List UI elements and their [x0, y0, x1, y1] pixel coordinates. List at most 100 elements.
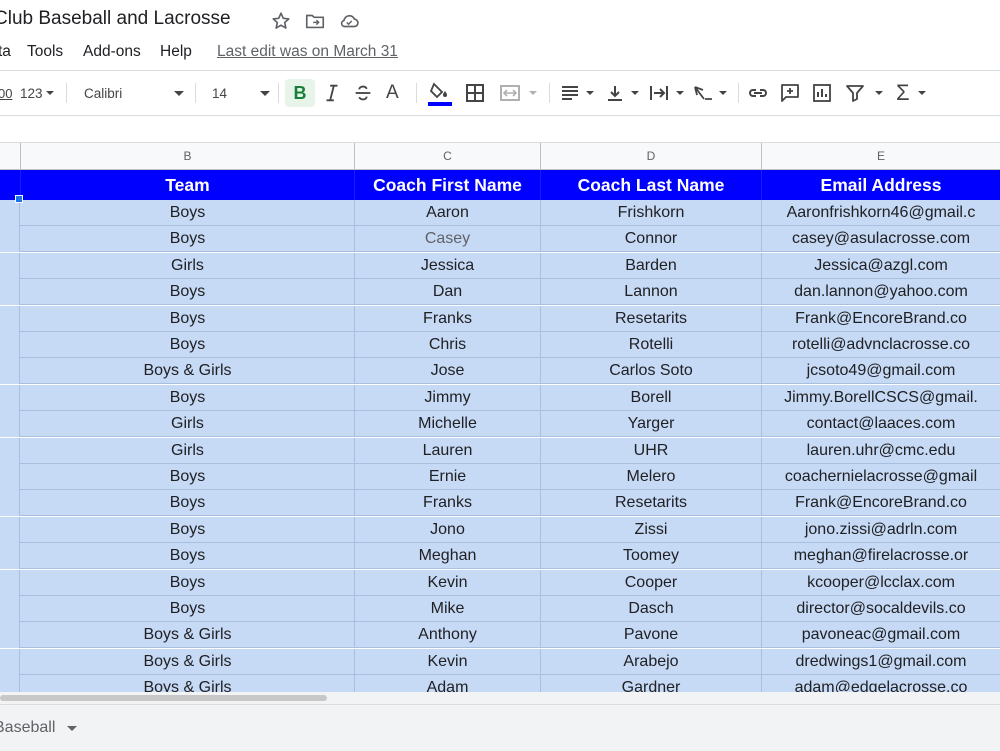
cell-coach-first-name[interactable]: Meghan: [355, 543, 541, 570]
table-row[interactable]: Boys Meghan Toomey meghan@firelacrosse.or: [0, 543, 1000, 570]
select-all-corner[interactable]: [0, 143, 21, 170]
cell-email-address[interactable]: Frank@EncoreBrand.co: [762, 490, 1000, 516]
text-color-button[interactable]: A: [386, 79, 399, 107]
cell-coach-first-name[interactable]: Kevin: [355, 569, 541, 596]
cell-team[interactable]: Boys: [21, 543, 355, 570]
cell-coach-last-name[interactable]: Gardner: [541, 675, 762, 692]
table-row[interactable]: Boys & Girls Adam Gardner adam@edgelacrosse…: [0, 675, 1000, 692]
cell-coach-first-name[interactable]: Jono: [355, 516, 541, 543]
horizontal-align-icon[interactable]: [560, 79, 594, 107]
table-row[interactable]: Boys Franks Resetarits Frank@EncoreBrand.co: [0, 305, 1000, 332]
horizontal-scrollbar[interactable]: [0, 692, 1000, 704]
row-header[interactable]: [0, 622, 20, 649]
row-header[interactable]: [0, 464, 20, 490]
row-header[interactable]: [0, 490, 20, 517]
menu-add-ons[interactable]: Add-ons: [83, 43, 141, 61]
cell-team[interactable]: Boys: [21, 464, 355, 490]
cell-coach-last-name[interactable]: Rotelli: [541, 332, 762, 358]
row-header[interactable]: [0, 516, 20, 543]
row-header[interactable]: [0, 543, 20, 570]
cell-team[interactable]: Boys: [21, 226, 355, 253]
cell-team[interactable]: Girls: [21, 437, 355, 464]
cell-team[interactable]: Girls: [21, 252, 355, 279]
cell-team[interactable]: Boys: [21, 490, 355, 517]
cell-coach-last-name[interactable]: Frishkorn: [541, 200, 762, 226]
text-wrap-icon[interactable]: [648, 79, 684, 107]
row-header[interactable]: [0, 437, 20, 464]
cell-email-address[interactable]: director@socaldevils.co: [762, 596, 1000, 622]
cell-coach-last-name[interactable]: Arabejo: [541, 648, 762, 675]
italic-icon[interactable]: [321, 79, 343, 107]
cell-email-address[interactable]: adam@edgelacrosse.co: [762, 675, 1000, 692]
bold-button[interactable]: B: [285, 79, 315, 107]
row-header[interactable]: [0, 305, 20, 332]
chart-icon[interactable]: [812, 79, 832, 107]
number-format-button[interactable]: 123: [20, 79, 54, 107]
fill-color-icon[interactable]: [427, 79, 453, 107]
merge-cells-icon[interactable]: [499, 79, 537, 107]
table-row[interactable]: Boys Dan Lannon dan.lannon@yahoo.com: [0, 279, 1000, 306]
cell-team[interactable]: Boys & Girls: [21, 675, 355, 692]
cell-coach-last-name[interactable]: Carlos Soto: [541, 358, 762, 385]
link-icon[interactable]: [747, 79, 769, 107]
spreadsheet-grid[interactable]: B C D E Team Coach First Name Coach Last…: [0, 143, 1000, 692]
cell-team[interactable]: Boys: [21, 332, 355, 358]
table-row[interactable]: Boys Jimmy Borell Jimmy.BorellCSCS@gmail.: [0, 384, 1000, 411]
table-row[interactable]: Boys Kevin Cooper kcooper@lcclax.com: [0, 569, 1000, 596]
table-row[interactable]: Boys Mike Dasch director@socaldevils.co: [0, 596, 1000, 622]
row-header[interactable]: [0, 675, 20, 692]
header-email-address[interactable]: Email Address: [762, 170, 1000, 200]
cell-email-address[interactable]: jono.zissi@adrln.com: [762, 517, 1000, 543]
cell-email-address[interactable]: Frank@EncoreBrand.co: [762, 306, 1000, 332]
cell-email-address[interactable]: Aaronfrishkorn46@gmail.c: [762, 200, 1000, 226]
cell-coach-first-name[interactable]: Michelle: [355, 411, 541, 438]
cell-coach-first-name[interactable]: Franks: [355, 305, 541, 332]
menu-help[interactable]: Help: [160, 43, 192, 61]
cell-coach-first-name[interactable]: Jessica: [355, 252, 541, 279]
cell-email-address[interactable]: rotelli@advnclacrosse.co: [762, 332, 1000, 358]
cell-coach-last-name[interactable]: Toomey: [541, 543, 762, 570]
cell-coach-last-name[interactable]: Connor: [541, 226, 762, 253]
cell-team[interactable]: Boys & Girls: [21, 358, 355, 385]
cell-coach-first-name[interactable]: Kevin: [355, 648, 541, 675]
last-edit-link[interactable]: Last edit was on March 31: [217, 43, 398, 61]
cell-email-address[interactable]: Jimmy.BorellCSCS@gmail.: [762, 385, 1000, 411]
star-icon[interactable]: [270, 10, 292, 32]
cell-team[interactable]: Boys: [21, 384, 355, 411]
header-coach-last-name[interactable]: Coach Last Name: [541, 170, 762, 200]
cell-team[interactable]: Boys & Girls: [21, 622, 355, 649]
text-rotation-icon[interactable]: [692, 79, 727, 107]
row-header[interactable]: [0, 200, 20, 226]
column-header-d[interactable]: D: [541, 143, 762, 170]
font-size-select[interactable]: 14: [212, 79, 272, 107]
cell-email-address[interactable]: dredwings1@gmail.com: [762, 649, 1000, 675]
cell-coach-first-name[interactable]: Chris: [355, 332, 541, 358]
table-row[interactable]: Boys Casey Connor casey@asulacrosse.com: [0, 226, 1000, 253]
cell-email-address[interactable]: Jessica@azgl.com: [762, 253, 1000, 279]
cell-email-address[interactable]: jcsoto49@gmail.com: [762, 358, 1000, 384]
menu-tools[interactable]: Tools: [27, 43, 63, 61]
cell-email-address[interactable]: coachernielacrosse@gmail: [762, 464, 1000, 490]
scrollbar-thumb[interactable]: [0, 695, 327, 701]
row-header[interactable]: [0, 411, 20, 438]
cell-coach-first-name[interactable]: Anthony: [355, 622, 541, 649]
table-row[interactable]: Boys Chris Rotelli rotelli@advnclacrosse.co: [0, 332, 1000, 358]
header-team[interactable]: Team: [21, 170, 355, 200]
cell-email-address[interactable]: lauren.uhr@cmc.edu: [762, 438, 1000, 464]
menu-data[interactable]: ta: [0, 43, 11, 61]
table-row[interactable]: Boys Franks Resetarits Frank@EncoreBrand.co: [0, 490, 1000, 517]
vertical-align-icon[interactable]: [605, 79, 639, 107]
table-row[interactable]: Boys Ernie Melero coachernielacrosse@gmail: [0, 464, 1000, 490]
cell-email-address[interactable]: meghan@firelacrosse.or: [762, 543, 1000, 569]
cell-coach-first-name[interactable]: Ernie: [355, 464, 541, 490]
row-header[interactable]: [0, 252, 20, 279]
formula-bar[interactable]: [0, 115, 1000, 143]
table-row[interactable]: Girls Jessica Barden Jessica@azgl.com: [0, 252, 1000, 279]
cell-coach-last-name[interactable]: Zissi: [541, 516, 762, 543]
cell-team[interactable]: Boys: [21, 516, 355, 543]
chevron-down-icon[interactable]: [67, 726, 77, 731]
cell-coach-first-name[interactable]: Aaron: [355, 200, 541, 226]
cell-team[interactable]: Girls: [21, 411, 355, 438]
cell-coach-last-name[interactable]: Resetarits: [541, 305, 762, 332]
row-header[interactable]: [0, 279, 20, 306]
